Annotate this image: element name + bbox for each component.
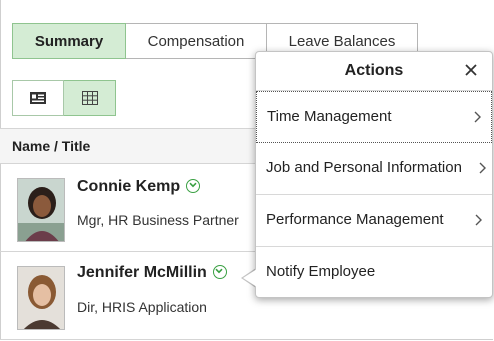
related-actions-icon[interactable] [186,178,201,193]
popup-header: Actions [256,52,492,91]
chevron-right-icon [474,111,481,123]
grid-icon [81,91,98,105]
popup-pointer-fill [243,269,257,287]
avatar [17,266,65,330]
table-row: Connie Kemp Mgr, HR Business Partner [0,164,260,252]
menu-item-job-personal-info[interactable]: Job and Personal Information [256,143,492,195]
menu-item-time-management[interactable]: Time Management [256,91,492,143]
employee-title: Mgr, HR Business Partner [77,212,239,228]
column-header-name-title: Name / Title [12,138,91,154]
tab-summary[interactable]: Summary [12,23,126,59]
menu-item-performance-management[interactable]: Performance Management [256,195,492,247]
avatar [17,178,65,242]
list-card-icon [30,92,46,104]
chevron-right-icon [475,214,482,226]
table-row: Jennifer McMillin Dir, HRIS Application [0,252,260,340]
employee-name[interactable]: Jennifer McMillin [77,264,227,282]
employee-title: Dir, HRIS Application [77,299,207,315]
actions-popup: Actions Time Management Job and Personal… [255,51,493,298]
tab-compensation[interactable]: Compensation [126,23,267,59]
view-toggle [12,80,116,116]
employee-name[interactable]: Connie Kemp [77,178,201,196]
related-actions-icon[interactable] [212,264,227,279]
close-icon[interactable] [464,63,478,77]
list-view-button[interactable] [12,80,64,116]
menu-item-notify-employee[interactable]: Notify Employee [256,247,492,299]
grid-view-button[interactable] [64,80,116,116]
table-header: Name / Title [0,128,260,164]
popup-title: Actions [344,62,404,79]
chevron-right-icon [479,162,486,174]
